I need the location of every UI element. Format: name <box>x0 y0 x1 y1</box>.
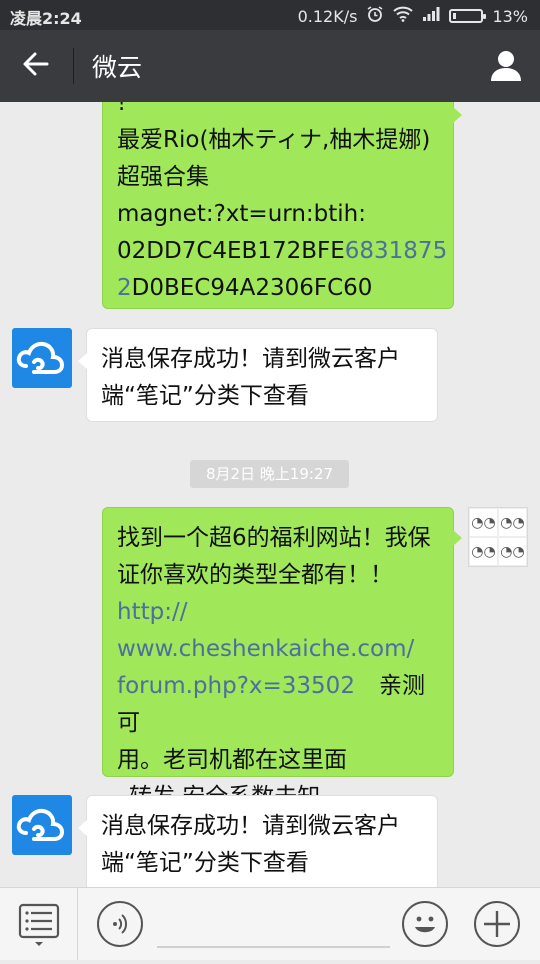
profile-button[interactable] <box>484 44 528 88</box>
message-link[interactable]: forum.php?x=33502 <box>117 673 355 699</box>
user-avatar[interactable]: ◔◔ ◔◔ ◔◔ ◔◔ <box>468 507 528 567</box>
sent-message-bubble[interactable]: 找到一个超6的福利网站！我保 证你喜欢的类型全都有！！ http:// www.… <box>102 507 462 810</box>
message-fragment: 2 <box>117 275 132 301</box>
arrow-left-icon <box>22 50 50 82</box>
page-title: 微云 <box>92 53 143 82</box>
battery-fill <box>453 13 457 19</box>
status-bar: 凌晨2:24 0.12K/s 13% <box>0 0 540 30</box>
message-line: magnet:?xt=urn:btih: <box>117 201 366 227</box>
message-line: 2D0BEC94A2306FC60 <box>117 270 447 307</box>
message-text: ! 最爱Rio(柚木ティナ,柚木提娜) 超强合集 magnet:?xt=urn:… <box>117 102 447 307</box>
smiley-icon <box>404 916 446 949</box>
chat-area[interactable]: ! 最爱Rio(柚木ティナ,柚木提娜) 超强合集 magnet:?xt=urn:… <box>0 102 540 887</box>
message-line: 02DD7C4EB172BFE6831875 <box>117 233 447 270</box>
alarm-icon <box>366 5 384 27</box>
received-message-bubble[interactable]: 消息保存成功！请到微云客户 端“笔记”分类下查看 <box>78 795 438 887</box>
sticker-face-icon: ◔◔ <box>498 508 527 537</box>
message-link[interactable]: http:// <box>117 594 439 631</box>
message-fragment: 6831875 <box>344 238 448 264</box>
weiyun-avatar[interactable] <box>12 328 72 388</box>
message-line: 消息保存成功！请到微云客户 <box>101 813 400 839</box>
signal-icon <box>422 6 440 26</box>
title-bar: 微云 <box>0 30 540 102</box>
message-line: 最爱Rio(柚木ティナ,柚木提娜) <box>117 127 431 153</box>
wifi-icon <box>393 6 414 26</box>
battery-percent: 13% <box>492 6 528 26</box>
voice-icon <box>99 914 141 949</box>
input-bar <box>0 887 540 960</box>
message-line: 消息保存成功！请到微云客户 <box>101 346 400 372</box>
message-line: 用。老司机都在这里面 <box>117 747 347 773</box>
message-input[interactable] <box>157 946 390 948</box>
message-line: ! <box>117 102 127 116</box>
message-line: 找到一个超6的福利网站！我保 <box>117 525 431 551</box>
sticker-face-icon: ◔◔ <box>498 537 527 566</box>
message-line: forum.php?x=33502 亲测可 <box>117 668 439 742</box>
menu-toggle-button[interactable] <box>0 888 78 960</box>
status-time: 凌晨2:24 <box>10 9 82 28</box>
sticker-face-icon: ◔◔ <box>469 537 498 566</box>
network-speed: 0.12K/s <box>297 6 358 26</box>
plus-icon <box>476 911 518 949</box>
message-line: 端“笔记”分类下查看 <box>101 850 309 876</box>
received-message-bubble[interactable]: 消息保存成功！请到微云客户 端“笔记”分类下查看 <box>78 328 438 422</box>
message-line: 证你喜欢的类型全都有！！ <box>117 562 393 588</box>
add-button[interactable] <box>474 901 520 947</box>
voice-button[interactable] <box>97 901 143 947</box>
battery-icon <box>449 9 487 23</box>
emoji-button[interactable] <box>402 901 448 947</box>
message-line: 端“笔记”分类下查看 <box>101 383 309 409</box>
message-line: 超强合集 <box>117 164 209 190</box>
message-fragment: 02DD7C4EB172BFE <box>117 238 345 264</box>
cloud-icon <box>12 808 72 859</box>
message-link[interactable]: www.cheshenkaiche.com/ <box>117 631 439 668</box>
sent-message-bubble[interactable]: ! 最爱Rio(柚木ティナ,柚木提娜) 超强合集 magnet:?xt=urn:… <box>102 102 462 309</box>
status-indicators: 0.12K/s 13% <box>298 5 528 27</box>
person-icon <box>484 51 528 92</box>
cloud-icon <box>12 341 72 392</box>
chat-timestamp: 8月2日 晚上19:27 <box>190 460 349 488</box>
title-divider <box>73 48 74 84</box>
sticker-face-icon: ◔◔ <box>469 508 498 537</box>
weiyun-avatar[interactable] <box>12 795 72 855</box>
list-menu-icon <box>0 903 78 964</box>
back-button[interactable] <box>14 44 58 88</box>
message-fragment: D0BEC94A2306FC60 <box>131 275 373 301</box>
